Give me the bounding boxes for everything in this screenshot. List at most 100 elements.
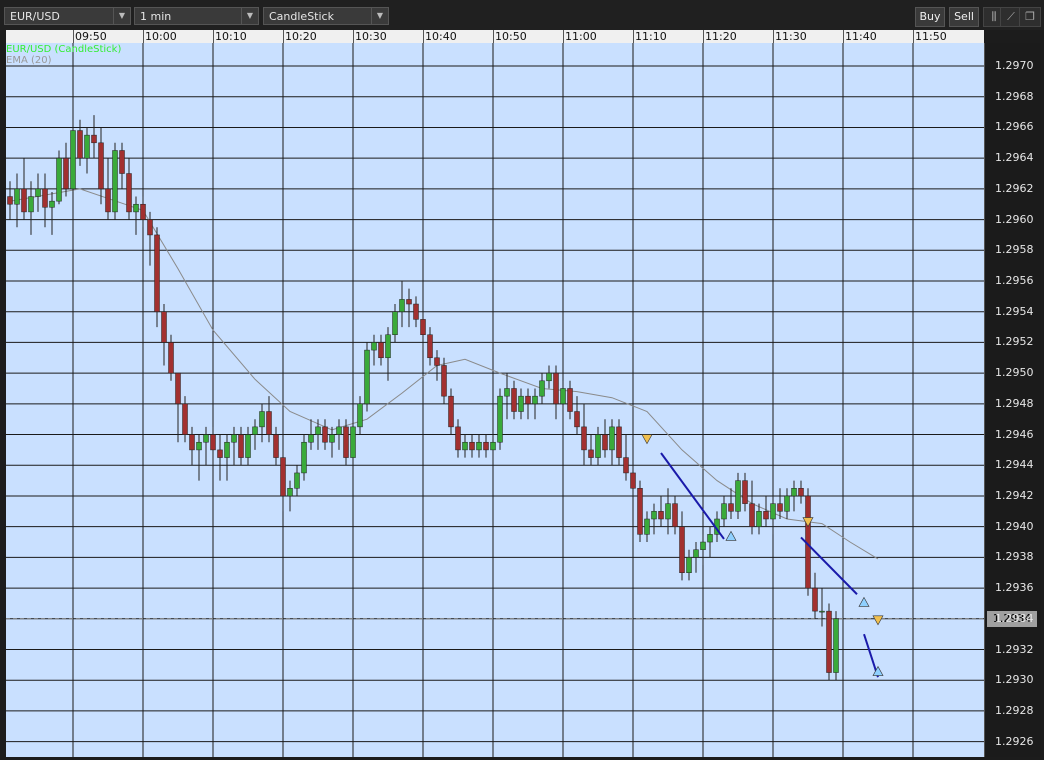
candle-bullish	[385, 334, 391, 359]
candle-bearish	[630, 472, 636, 489]
candle-bearish	[469, 441, 475, 451]
candle-bullish	[196, 441, 202, 451]
candle-bearish	[168, 342, 174, 374]
time-tick-label: 10:10	[215, 30, 247, 43]
candle-bearish	[7, 196, 13, 205]
price-tick-label: 1.2942	[995, 488, 1034, 502]
buy-button[interactable]: Buy	[915, 7, 945, 27]
candle-bullish	[399, 299, 405, 312]
time-tick-label: 11:40	[845, 30, 877, 43]
candle-bearish	[77, 130, 83, 159]
timeframe-value: 1 min	[140, 10, 172, 23]
price-tick-label: 1.2928	[995, 703, 1034, 717]
candle-bullish	[819, 610, 825, 613]
candle-bearish	[588, 449, 594, 458]
candle-bullish	[315, 426, 321, 435]
candle-bearish	[161, 311, 167, 343]
candle-bullish	[350, 426, 356, 458]
time-tick-label: 10:30	[355, 30, 387, 43]
candle-bullish	[364, 349, 370, 405]
price-tick-label: 1.2932	[995, 642, 1034, 656]
candle-bullish	[707, 534, 713, 543]
price-tick-label: 1.2970	[995, 59, 1034, 73]
candle-bullish	[546, 372, 552, 382]
time-tick-mark	[703, 30, 704, 43]
sell-signal-icon	[872, 615, 884, 626]
candle-bullish	[539, 380, 545, 397]
candle-bullish	[651, 511, 657, 520]
time-tick-label: 11:10	[635, 30, 667, 43]
candle-bearish	[126, 173, 132, 213]
candle-bearish	[658, 511, 664, 520]
candle-bullish	[497, 395, 503, 443]
candle-bullish	[721, 503, 727, 520]
candle-bullish	[735, 480, 741, 512]
legend-series: EUR/USD (CandleStick)	[6, 44, 122, 55]
chart-type-value: CandleStick	[269, 10, 334, 23]
candle-bullish	[203, 434, 209, 443]
timeframe-dropdown[interactable]: 1 min ▼	[134, 7, 259, 25]
time-tick-label: 10:20	[285, 30, 317, 43]
candle-bullish	[252, 426, 258, 435]
candle-bearish	[343, 426, 349, 458]
candle-bullish	[84, 134, 90, 159]
price-tick-label: 1.2926	[995, 734, 1034, 748]
candle-bearish	[616, 426, 622, 458]
candle-bullish	[336, 426, 342, 435]
time-tick-mark	[563, 30, 564, 43]
candle-bullish	[462, 441, 468, 451]
candle-bearish	[63, 157, 69, 190]
candle-bullish	[371, 342, 377, 351]
candle-bearish	[483, 441, 489, 451]
candle-bearish	[574, 411, 580, 428]
candle-bearish	[378, 342, 384, 359]
candle-bullish	[112, 150, 118, 213]
symbol-dropdown[interactable]: EUR/USD ▼	[4, 7, 131, 25]
candle-bearish	[777, 503, 783, 512]
detach-window-icon[interactable]: ❐	[1019, 7, 1041, 27]
candle-bearish	[623, 457, 629, 474]
time-tick-mark	[283, 30, 284, 43]
candle-bearish	[441, 365, 447, 397]
time-tick-mark	[493, 30, 494, 43]
candle-bullish	[756, 511, 762, 527]
candle-bearish	[210, 434, 216, 451]
buy-signal-icon	[858, 596, 870, 607]
price-axis: 1.2934 1.2970 1.2968 1.2966 1.2964 1.2962 1.2…	[984, 43, 1041, 757]
sell-button[interactable]: Sell	[949, 7, 979, 27]
chart-type-dropdown[interactable]: CandleStick ▼	[263, 7, 389, 25]
price-tick-label: 1.2954	[995, 304, 1034, 318]
candle-bullish	[518, 395, 524, 412]
candle-bearish	[602, 434, 608, 451]
time-tick-label: 10:50	[495, 30, 527, 43]
candle-bullish	[700, 541, 706, 550]
candle-bearish	[140, 203, 146, 220]
buy-signal-icon	[725, 530, 737, 541]
price-tick-label: 1.2960	[995, 212, 1034, 226]
chevron-down-icon: ▼	[241, 8, 258, 24]
candle-bearish	[175, 372, 181, 405]
candle-bullish	[392, 311, 398, 335]
price-tick-label: 1.2952	[995, 335, 1034, 349]
candle-bearish	[154, 234, 160, 312]
time-tick-label: 11:30	[775, 30, 807, 43]
candle-bearish	[448, 395, 454, 428]
candle-bearish	[91, 134, 97, 144]
chart-plot-area[interactable]	[6, 43, 984, 757]
price-tick-label: 1.2930	[995, 673, 1034, 687]
time-tick-mark	[213, 30, 214, 43]
candle-bullish	[784, 495, 790, 512]
candle-bearish	[98, 142, 104, 190]
candle-bearish	[749, 503, 755, 527]
chevron-down-icon: ▼	[371, 8, 388, 24]
candle-bullish	[490, 441, 496, 451]
candle-bullish	[35, 188, 41, 197]
price-tick-label: 1.2940	[995, 519, 1034, 533]
candle-bullish	[259, 411, 265, 428]
candle-bearish	[322, 426, 328, 443]
time-tick-label: 10:40	[425, 30, 457, 43]
price-tick-label: 1.2956	[995, 274, 1034, 287]
candle-bullish	[70, 130, 76, 190]
time-tick-label: 11:50	[915, 30, 947, 43]
price-tick-label: 1.2946	[995, 427, 1034, 441]
